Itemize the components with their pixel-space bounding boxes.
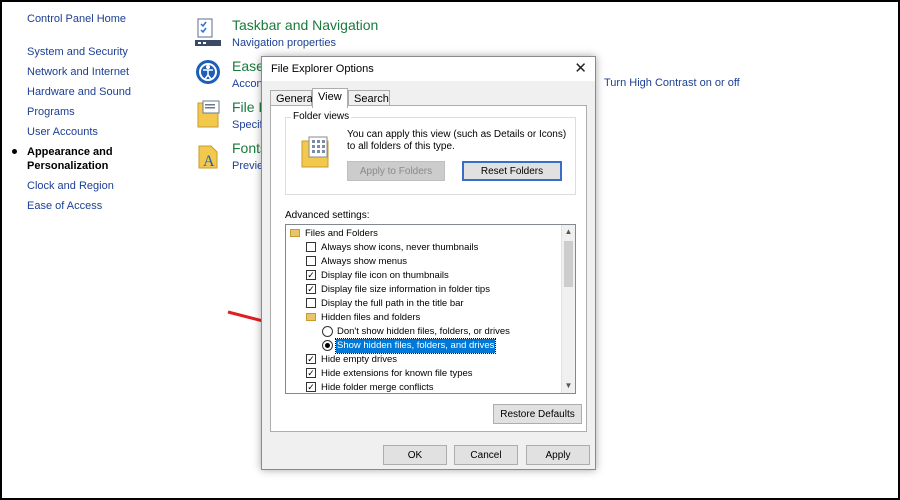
folder-icon bbox=[290, 229, 300, 237]
dialog-titlebar[interactable]: File Explorer Options ✕ bbox=[262, 57, 595, 81]
nav-hardware-and-sound[interactable]: Hardware and Sound bbox=[27, 85, 177, 99]
nav-user-accounts[interactable]: User Accounts bbox=[27, 125, 177, 139]
checkbox[interactable] bbox=[306, 256, 316, 266]
tree-item-label: Don't show hidden files, folders, or dri… bbox=[337, 326, 510, 337]
category-link[interactable]: Previe bbox=[232, 160, 263, 172]
svg-text:A: A bbox=[203, 153, 215, 170]
checkbox-checked[interactable]: ✓ bbox=[306, 382, 316, 392]
folder-views-legend: Folder views bbox=[291, 111, 352, 122]
category-title[interactable]: Taskbar and Navigation bbox=[232, 17, 378, 33]
scroll-down-icon[interactable]: ▼ bbox=[562, 379, 575, 393]
restore-defaults-button[interactable]: Restore Defaults bbox=[493, 404, 582, 424]
ok-button[interactable]: OK bbox=[383, 445, 447, 465]
reset-folders-button[interactable]: Reset Folders bbox=[462, 161, 562, 181]
radio-button-selected[interactable] bbox=[322, 340, 333, 351]
category-link[interactable]: Navigation properties bbox=[232, 37, 336, 49]
folder-views-group: Folder views You can apply this view (su… bbox=[285, 111, 576, 195]
apply-to-folders-button[interactable]: Apply to Folders bbox=[347, 161, 445, 181]
tab-view[interactable]: View bbox=[312, 88, 348, 108]
tree-item-label: Always show menus bbox=[321, 256, 408, 267]
file-explorer-options-dialog: File Explorer Options ✕ General View Sea… bbox=[261, 56, 596, 470]
category-title[interactable]: Ease bbox=[232, 58, 264, 74]
control-panel-nav: Control Panel Home System and Security N… bbox=[12, 13, 177, 219]
advanced-settings-label: Advanced settings: bbox=[285, 210, 370, 221]
control-panel-home-link[interactable]: Control Panel Home bbox=[27, 13, 177, 25]
close-icon[interactable]: ✕ bbox=[574, 59, 587, 77]
taskbar-icon bbox=[195, 18, 221, 46]
tree-item-label: Hidden files and folders bbox=[321, 312, 421, 323]
dialog-title: File Explorer Options bbox=[271, 63, 374, 75]
nav-programs[interactable]: Programs bbox=[27, 105, 177, 119]
tree-item-label: Hide extensions for known file types bbox=[321, 368, 473, 379]
tree-item-label: Always show icons, never thumbnails bbox=[321, 242, 479, 253]
view-tab-panel: Folder views You can apply this view (su… bbox=[270, 105, 587, 432]
checkbox[interactable] bbox=[306, 298, 316, 308]
checkbox-checked[interactable]: ✓ bbox=[306, 270, 316, 280]
tree-item-label: Display file icon on thumbnails bbox=[321, 270, 449, 281]
scroll-up-icon[interactable]: ▲ bbox=[562, 225, 575, 239]
advanced-settings-tree[interactable]: Files and Folders Always show icons, nev… bbox=[285, 224, 576, 394]
radio-button[interactable] bbox=[322, 326, 333, 337]
category-link[interactable]: Accon bbox=[232, 78, 263, 90]
category-link[interactable]: Specif bbox=[232, 119, 263, 131]
tree-item-label: Display file size information in folder … bbox=[321, 284, 490, 295]
nav-appearance-and-personalization[interactable]: Appearance and Personalization bbox=[12, 145, 117, 173]
checkbox-checked[interactable]: ✓ bbox=[306, 284, 316, 294]
tab-general[interactable]: General bbox=[270, 90, 315, 106]
checkbox-checked[interactable]: ✓ bbox=[306, 354, 316, 364]
fonts-icon: A bbox=[198, 145, 218, 170]
folder-views-icon bbox=[301, 136, 329, 168]
file-explorer-icon bbox=[197, 100, 220, 128]
scroll-thumb[interactable] bbox=[564, 241, 573, 287]
nav-network-and-internet[interactable]: Network and Internet bbox=[27, 65, 177, 79]
high-contrast-link[interactable]: Turn High Contrast on or off bbox=[604, 77, 740, 89]
folder-views-description: You can apply this view (such as Details… bbox=[347, 129, 567, 152]
checkbox[interactable] bbox=[306, 242, 316, 252]
cancel-button[interactable]: Cancel bbox=[454, 445, 518, 465]
ease-of-access-icon bbox=[196, 60, 220, 84]
apply-button[interactable]: Apply bbox=[526, 445, 590, 465]
folder-icon bbox=[306, 313, 316, 321]
nav-system-and-security[interactable]: System and Security bbox=[27, 45, 177, 59]
tree-item-label: Files and Folders bbox=[305, 228, 378, 239]
nav-clock-and-region[interactable]: Clock and Region bbox=[27, 179, 177, 193]
tree-item-label: Show hidden files, folders, and drives bbox=[334, 338, 497, 354]
screenshot-frame: Control Panel Home System and Security N… bbox=[0, 0, 900, 500]
nav-ease-of-access[interactable]: Ease of Access bbox=[27, 199, 177, 213]
tree-scrollbar[interactable]: ▲ ▼ bbox=[561, 225, 575, 393]
tab-search[interactable]: Search bbox=[348, 90, 390, 106]
checkbox-checked[interactable]: ✓ bbox=[306, 368, 316, 378]
tree-item-label: Hide empty drives bbox=[321, 354, 398, 365]
tree-item-label: Display the full path in the title bar bbox=[321, 298, 464, 309]
tree-item-label: Hide folder merge conflicts bbox=[321, 382, 434, 393]
